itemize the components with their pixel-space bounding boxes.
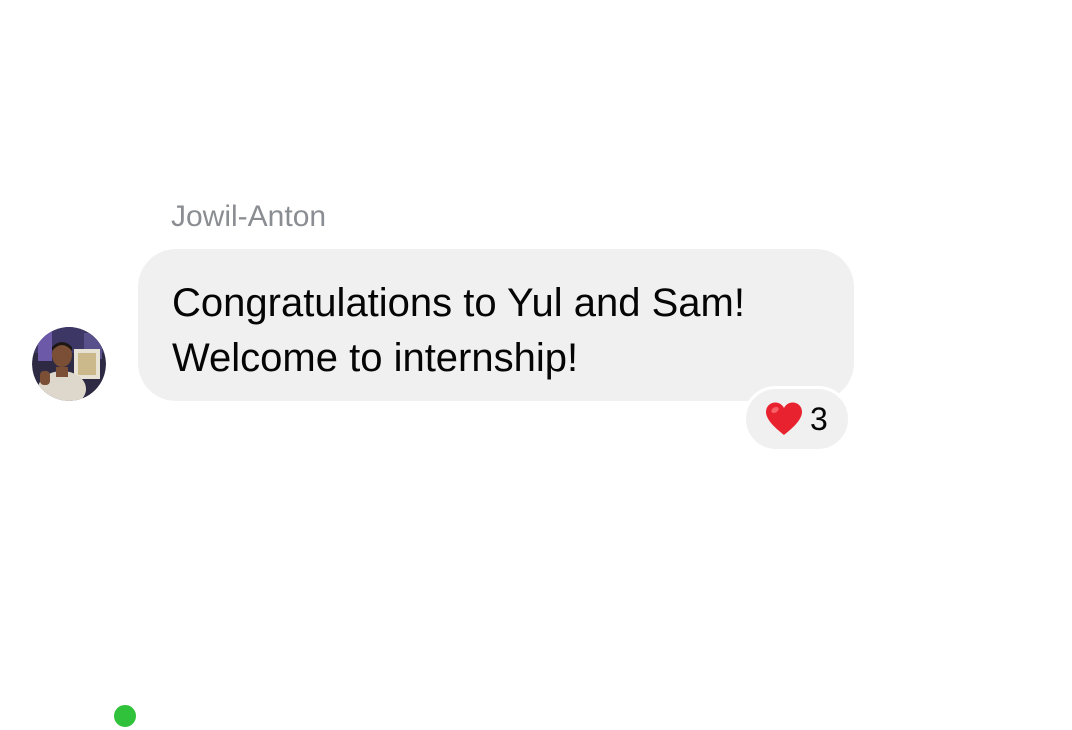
avatar[interactable] (32, 327, 139, 730)
message-text-line-2: Welcome to internship! (172, 336, 579, 380)
sender-name[interactable]: Jowil-Anton (171, 199, 326, 235)
reaction-count: 3 (810, 401, 828, 437)
avatar-photo (32, 327, 106, 401)
online-status-dot (111, 702, 139, 730)
heart-icon (766, 402, 802, 435)
message-bubble[interactable]: Congratulations to Yul and Sam! Welcome … (138, 249, 854, 401)
message-text-line-1: Congratulations to Yul and Sam! (172, 281, 745, 325)
reaction-pill[interactable]: 3 (743, 386, 851, 452)
